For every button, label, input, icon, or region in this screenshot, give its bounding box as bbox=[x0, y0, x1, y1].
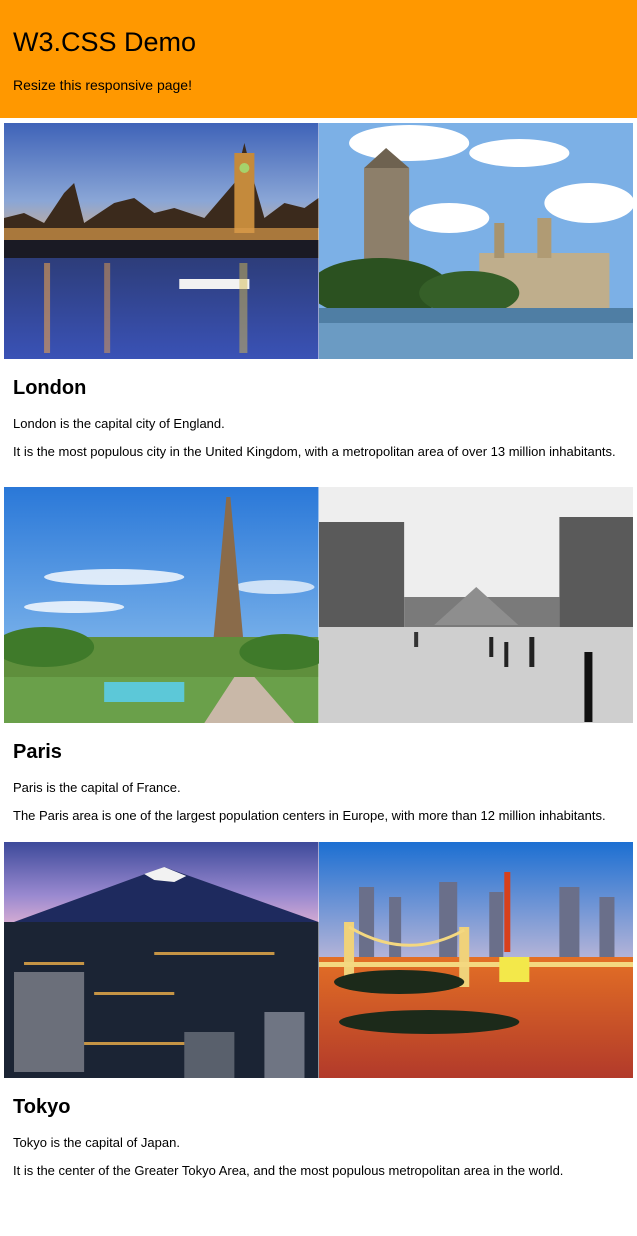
photo-row bbox=[4, 842, 633, 1078]
city-heading: Tokyo bbox=[13, 1096, 71, 1118]
city-description-1: London is the capital city of England. bbox=[13, 416, 225, 431]
city-heading: Paris bbox=[13, 741, 62, 763]
city-section-paris: Paris Paris is the capital of France. Th… bbox=[0, 487, 637, 823]
rainbow-bridge-photo bbox=[318, 842, 633, 1078]
city-description-2: The Paris area is one of the largest pop… bbox=[13, 808, 606, 823]
city-description-1: Tokyo is the capital of Japan. bbox=[13, 1135, 180, 1150]
city-description-2: It is the center of the Greater Tokyo Ar… bbox=[13, 1163, 564, 1178]
city-section-tokyo: Tokyo Tokyo is the capital of Japan. It … bbox=[0, 842, 637, 1178]
city-heading: London bbox=[13, 377, 87, 399]
westminster-day-photo bbox=[318, 123, 633, 359]
page-subtitle: Resize this responsive page! bbox=[13, 77, 192, 93]
photo-row bbox=[4, 487, 633, 723]
city-description-2: It is the most populous city in the Unit… bbox=[13, 444, 616, 459]
city-section-london: London London is the capital city of Eng… bbox=[0, 123, 637, 459]
city-info: Tokyo Tokyo is the capital of Japan. It … bbox=[4, 1095, 633, 1178]
page-title: W3.CSS Demo bbox=[13, 27, 197, 57]
page-header: W3.CSS Demo Resize this responsive page! bbox=[0, 0, 637, 118]
louvre-pyramid-photo bbox=[318, 487, 633, 723]
london-night-photo bbox=[4, 123, 319, 359]
eiffel-tower-photo bbox=[4, 487, 319, 723]
city-info: Paris Paris is the capital of France. Th… bbox=[4, 740, 633, 823]
photo-row bbox=[4, 123, 633, 359]
city-description-1: Paris is the capital of France. bbox=[13, 780, 181, 795]
city-info: London London is the capital city of Eng… bbox=[4, 376, 633, 459]
mount-fuji-city-photo bbox=[4, 842, 319, 1078]
